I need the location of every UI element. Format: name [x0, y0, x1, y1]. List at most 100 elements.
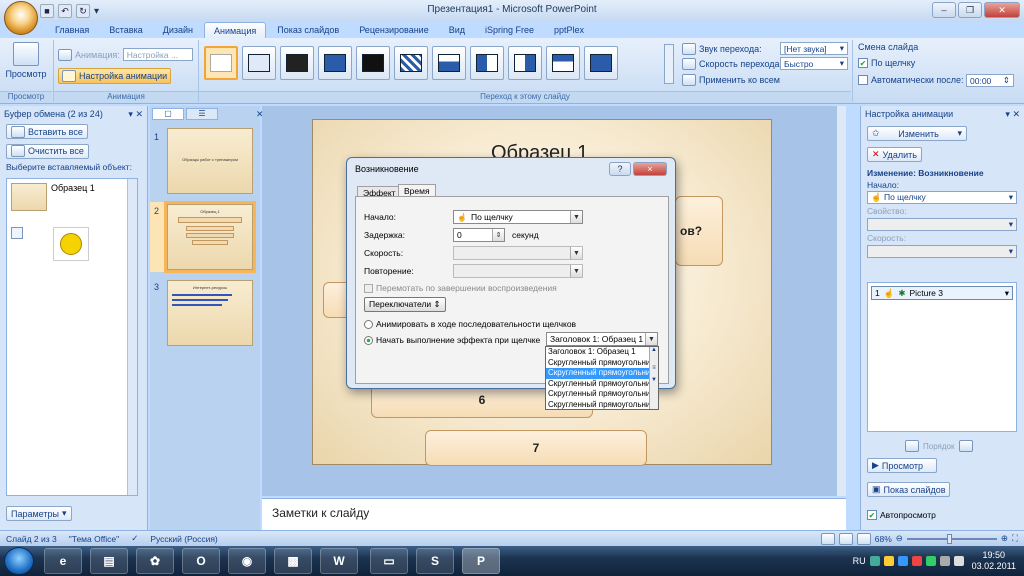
- item-menu-icon[interactable]: ▾: [1005, 288, 1009, 299]
- auto-time-spinner[interactable]: 00:00 ⇕: [966, 74, 1014, 87]
- anim-speed-combo[interactable]: ▾: [867, 245, 1017, 258]
- repeat-combo[interactable]: ▼: [453, 264, 583, 278]
- maximize-icon[interactable]: ❐: [958, 2, 982, 18]
- clipboard-item-2[interactable]: [53, 227, 89, 261]
- apply-all-button[interactable]: Применить ко всем: [682, 74, 780, 86]
- messenger-icon[interactable]: ✿: [136, 548, 174, 574]
- tab-home[interactable]: Главная: [46, 22, 98, 38]
- skype-icon[interactable]: S: [416, 548, 454, 574]
- move-down-icon[interactable]: [958, 440, 973, 452]
- transition-none[interactable]: [204, 46, 238, 80]
- volume-icon[interactable]: [953, 556, 964, 566]
- slide-scrollbar[interactable]: [836, 106, 846, 496]
- red-app-icon[interactable]: ▩: [274, 548, 312, 574]
- pane-close-icon[interactable]: ✕: [135, 109, 143, 119]
- clear-all-button[interactable]: Очистить все: [6, 143, 89, 159]
- tab-design[interactable]: Дизайн: [154, 22, 202, 38]
- clipboard-scrollbar[interactable]: [127, 179, 137, 495]
- transition-wipe-down[interactable]: [432, 46, 466, 80]
- ie-icon[interactable]: e: [44, 548, 82, 574]
- slideshow-app-icon[interactable]: ▭: [370, 548, 408, 574]
- tab-insert[interactable]: Вставка: [100, 22, 151, 38]
- slides-tab[interactable]: ▢: [152, 108, 184, 120]
- language-indicator[interactable]: RU: [853, 556, 866, 566]
- dropdown-option[interactable]: Заголовок 1: Образец 1: [546, 347, 650, 358]
- trigger-dropdown-list[interactable]: Заголовок 1: Образец 1 Скругленный прямоу…: [545, 346, 659, 410]
- zoom-in-icon[interactable]: ⊕: [1001, 533, 1008, 544]
- triggers-button[interactable]: Переключатели ⇕: [364, 297, 446, 312]
- delay-spinner[interactable]: 0 ⇕: [453, 228, 505, 242]
- property-combo[interactable]: ▾: [867, 218, 1017, 231]
- opera-icon[interactable]: O: [182, 548, 220, 574]
- explorer-icon[interactable]: ▤: [90, 548, 128, 574]
- office-button[interactable]: [4, 1, 38, 35]
- change-button[interactable]: ✩ Изменить ▾: [867, 126, 967, 141]
- slide-thumb-2[interactable]: Образец 1: [164, 201, 256, 273]
- fit-window-icon[interactable]: ⛶: [1012, 533, 1018, 544]
- transition-wipe-up[interactable]: [546, 46, 580, 80]
- autopreview-checkbox[interactable]: ✔ Автопросмотр: [867, 510, 936, 520]
- tray-icon-3[interactable]: [897, 556, 908, 566]
- start-button[interactable]: [4, 547, 34, 575]
- clock[interactable]: 19:50 03.02.2011: [968, 550, 1020, 572]
- gallery-scroll[interactable]: [664, 44, 674, 84]
- slideshow-view-icon[interactable]: [856, 532, 871, 545]
- animation-select[interactable]: Анимация: Настройка ...: [58, 48, 193, 61]
- tray-icon-5[interactable]: [925, 556, 936, 566]
- status-lang[interactable]: Русский (Россия): [144, 534, 223, 544]
- sound-combo[interactable]: [Нет звука] ▾: [780, 42, 848, 55]
- slide-question-box[interactable]: ов?: [675, 196, 723, 266]
- anim-start-combo[interactable]: ☝ По щелчку ▾: [867, 191, 1017, 204]
- network-icon[interactable]: [939, 556, 950, 566]
- tab-ispring[interactable]: iSpring Free: [476, 22, 543, 38]
- pane-menu-icon[interactable]: ▾: [128, 109, 133, 119]
- help-icon[interactable]: ?: [609, 162, 631, 176]
- transition-cut-black[interactable]: [356, 46, 390, 80]
- word-icon[interactable]: W: [320, 548, 358, 574]
- tab-animation[interactable]: Анимация: [203, 22, 267, 38]
- tab-pptplex[interactable]: pptPlex: [545, 22, 593, 38]
- spellcheck-icon[interactable]: ✓: [125, 533, 144, 544]
- tray-icon-1[interactable]: [869, 556, 880, 566]
- auto-after-checkbox[interactable]: Автоматически после:: [858, 75, 964, 85]
- notes-area[interactable]: Заметки к слайду: [262, 498, 846, 530]
- transition-wipe-right[interactable]: [508, 46, 542, 80]
- clipboard-item-2-icon[interactable]: [11, 227, 23, 239]
- custom-animation-button[interactable]: Настройка анимации: [58, 68, 172, 84]
- transition-fade-smooth[interactable]: [242, 46, 276, 80]
- zoom-out-icon[interactable]: ⊖: [896, 533, 903, 544]
- transition-wipe-left[interactable]: [470, 46, 504, 80]
- slide-box-7[interactable]: 7: [425, 430, 647, 466]
- firefox-icon[interactable]: ◉: [228, 548, 266, 574]
- params-button[interactable]: Параметры ▾: [6, 506, 72, 521]
- delete-button[interactable]: ✕ Удалить: [867, 147, 922, 162]
- zoom-slider[interactable]: [906, 533, 997, 544]
- speed-combo[interactable]: ▼: [453, 246, 583, 260]
- dialog-close-icon[interactable]: ×: [633, 162, 667, 176]
- opt-sequence-radio[interactable]: Анимировать в ходе последовательности ще…: [364, 319, 576, 329]
- tab-slideshow[interactable]: Показ слайдов: [268, 22, 348, 38]
- sorter-view-icon[interactable]: [838, 532, 853, 545]
- minimize-icon[interactable]: –: [932, 2, 956, 18]
- anim-close-icon[interactable]: ✕: [1012, 109, 1020, 119]
- dropdown-option[interactable]: Скругленный прямоугольник: [546, 389, 650, 400]
- powerpoint-icon[interactable]: P: [462, 548, 500, 574]
- transition-cut[interactable]: [318, 46, 352, 80]
- tray-icon-2[interactable]: [883, 556, 894, 566]
- transition-dissolve[interactable]: [394, 46, 428, 80]
- trigger-combo[interactable]: Заголовок 1: Образец 1 ▼: [546, 332, 658, 346]
- tab-view[interactable]: Вид: [440, 22, 474, 38]
- tab-review[interactable]: Рецензирование: [350, 22, 438, 38]
- zoom-level[interactable]: 68%: [875, 534, 892, 544]
- anim-menu-icon[interactable]: ▾: [1005, 109, 1010, 119]
- speed-combo[interactable]: Быстро ▾: [780, 57, 848, 70]
- outline-tab[interactable]: ☰: [186, 108, 218, 120]
- rewind-checkbox[interactable]: Перемотать по завершении воспроизведения: [364, 283, 557, 293]
- close-icon[interactable]: ✕: [984, 2, 1020, 18]
- play-button[interactable]: ▶ Просмотр: [867, 458, 937, 473]
- tray-icon-4[interactable]: [911, 556, 922, 566]
- dropdown-option[interactable]: Скругленный прямоугольник: [546, 358, 650, 369]
- opt-trigger-radio[interactable]: Начать выполнение эффекта при щелчке: [364, 335, 540, 345]
- preview-button[interactable]: Просмотр: [4, 42, 48, 79]
- transition-fade-black[interactable]: [280, 46, 314, 80]
